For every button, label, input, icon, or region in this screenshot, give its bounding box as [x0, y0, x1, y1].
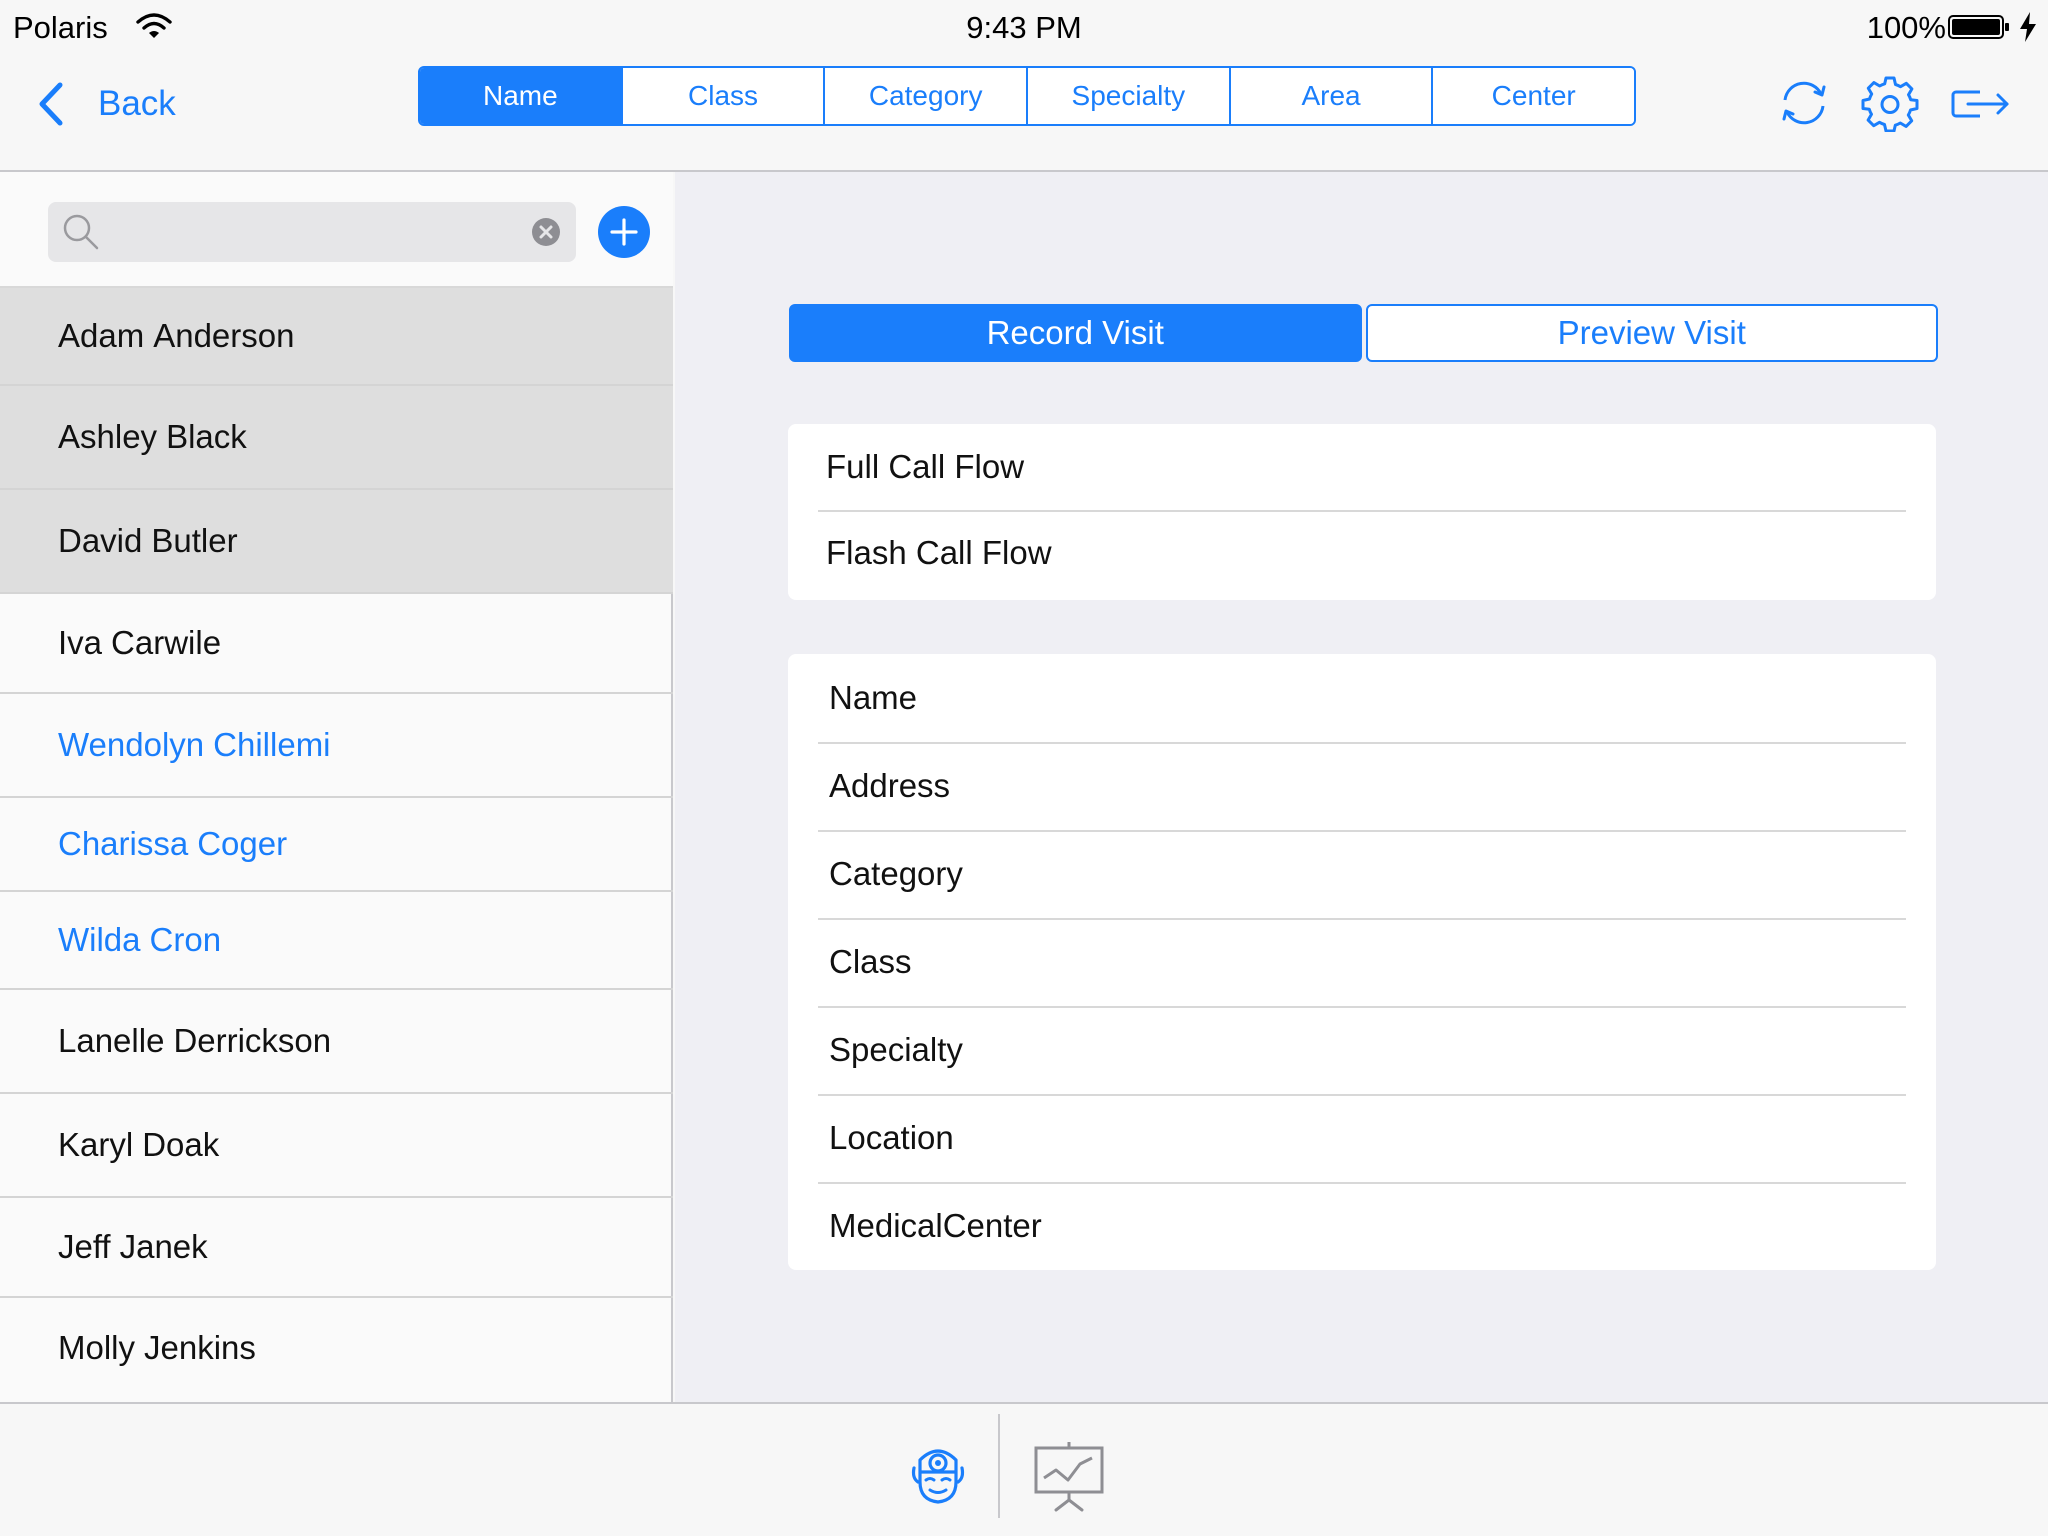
field-category[interactable]: Category — [788, 830, 1936, 918]
back-label: Back — [98, 84, 176, 123]
doctor-last-name: Doak — [142, 1126, 220, 1163]
doctor-last-name: Black — [166, 418, 247, 455]
charging-bolt-icon — [2020, 12, 2036, 42]
field-specialty[interactable]: Specialty — [788, 1006, 1936, 1094]
sync-icon — [1782, 81, 1826, 125]
field-address[interactable]: Address — [788, 742, 1936, 830]
gear-icon — [1861, 76, 1919, 133]
battery-icon — [1948, 15, 2009, 39]
doctor-first-name: Adam — [58, 317, 145, 354]
add-doctor-button[interactable] — [598, 206, 650, 258]
list-item[interactable]: Wilda Cron — [0, 892, 673, 990]
list-item[interactable]: Jeff Janek — [0, 1198, 673, 1298]
logout-button[interactable] — [1950, 74, 2012, 132]
bottom-tab-bar — [0, 1402, 2048, 1536]
settings-button[interactable] — [1861, 74, 1919, 133]
list-item[interactable]: Iva Carwile — [0, 594, 673, 694]
doctor-first-name: Molly — [58, 1329, 136, 1366]
list-item[interactable]: Ashley Black — [0, 386, 673, 490]
full-call-flow-option[interactable]: Full Call Flow — [788, 424, 1936, 510]
logout-icon — [1951, 90, 2009, 118]
doctor-fields-card: Name Address Category Class Specialty Lo… — [788, 654, 1936, 1270]
back-button[interactable]: Back — [36, 74, 176, 134]
doctor-first-name: David — [58, 522, 143, 559]
tab-name[interactable]: Name — [420, 68, 623, 124]
tab-class[interactable]: Class — [622, 68, 826, 124]
call-flow-card: Full Call Flow Flash Call Flow — [788, 424, 1936, 600]
list-item[interactable]: Adam Anderson — [0, 288, 673, 386]
battery-percentage: 100% — [1866, 10, 1946, 45]
status-bar: Polaris 9:43 PM 100% — [0, 0, 2048, 56]
doctor-last-name: Anderson — [153, 317, 295, 354]
doctor-last-name: Derrickson — [173, 1022, 332, 1059]
tab-center[interactable]: Center — [1433, 68, 1634, 124]
field-medical-center[interactable]: MedicalCenter — [788, 1182, 1936, 1270]
search-icon — [63, 214, 99, 250]
tab-category[interactable]: Category — [825, 68, 1029, 124]
doctor-first-name: Charissa — [58, 825, 189, 862]
filter-segmented-control: Name Class Category Specialty Area Cente… — [418, 66, 1636, 126]
search-bar — [0, 172, 673, 288]
tab-doctors[interactable] — [900, 1438, 976, 1514]
clear-search-icon[interactable] — [532, 218, 560, 246]
doctor-first-name: Wilda — [58, 921, 141, 958]
doctor-first-name: Lanelle — [58, 1022, 165, 1059]
doctor-last-name: Janek — [119, 1228, 208, 1265]
list-item[interactable]: David Butler — [0, 490, 673, 594]
record-visit-button[interactable]: Record Visit — [789, 304, 1362, 362]
tab-area[interactable]: Area — [1230, 68, 1434, 124]
doctor-last-name: Chillemi — [213, 726, 331, 763]
presentation-icon — [1034, 1442, 1104, 1512]
doctor-list: Adam Anderson Ashley Black David Butler Iva… — [0, 288, 673, 1398]
doctor-first-name: Wendolyn — [58, 726, 205, 763]
doctor-last-name: Carwile — [111, 624, 222, 661]
status-time: 9:43 PM — [966, 10, 1082, 45]
field-name[interactable]: Name — [788, 654, 1936, 742]
doctor-last-name: Cron — [149, 921, 222, 958]
doctor-last-name: Jenkins — [144, 1329, 256, 1366]
list-item[interactable]: Molly Jenkins — [0, 1298, 673, 1398]
search-box — [48, 202, 576, 262]
chevron-left-icon — [39, 82, 63, 126]
tab-divider — [998, 1414, 1000, 1518]
sync-button[interactable] — [1775, 74, 1833, 132]
list-item[interactable]: Charissa Coger — [0, 798, 673, 892]
field-class[interactable]: Class — [788, 918, 1936, 1006]
tab-specialty[interactable]: Specialty — [1028, 68, 1231, 124]
doctor-first-name: Karyl — [58, 1126, 134, 1163]
doctor-icon — [911, 1449, 965, 1504]
search-input[interactable] — [110, 210, 510, 254]
visit-segmented-control: Record Visit Preview Visit — [789, 304, 1938, 362]
tab-presentations[interactable] — [1032, 1438, 1106, 1514]
doctor-last-name: Butler — [151, 522, 238, 559]
preview-visit-button[interactable]: Preview Visit — [1365, 304, 1938, 362]
list-item[interactable]: Lanelle Derrickson — [0, 990, 673, 1094]
plus-icon — [610, 218, 638, 246]
field-location[interactable]: Location — [788, 1094, 1936, 1182]
doctor-first-name: Iva — [58, 624, 103, 661]
doctor-last-name: Coger — [197, 825, 288, 862]
navigation-bar: Back Name Class Category Specialty Area … — [0, 56, 2048, 172]
list-item[interactable]: Karyl Doak — [0, 1094, 673, 1198]
flash-call-flow-option[interactable]: Flash Call Flow — [788, 510, 1936, 596]
doctor-list-pane: Adam Anderson Ashley Black David Butler Iva… — [0, 172, 673, 1402]
doctor-detail-pane: Record Visit Preview Visit Full Call Flo… — [675, 172, 2048, 1402]
doctor-first-name: Ashley — [58, 418, 158, 455]
doctor-first-name: Jeff — [58, 1228, 111, 1265]
list-item[interactable]: Wendolyn Chillemi — [0, 694, 673, 798]
